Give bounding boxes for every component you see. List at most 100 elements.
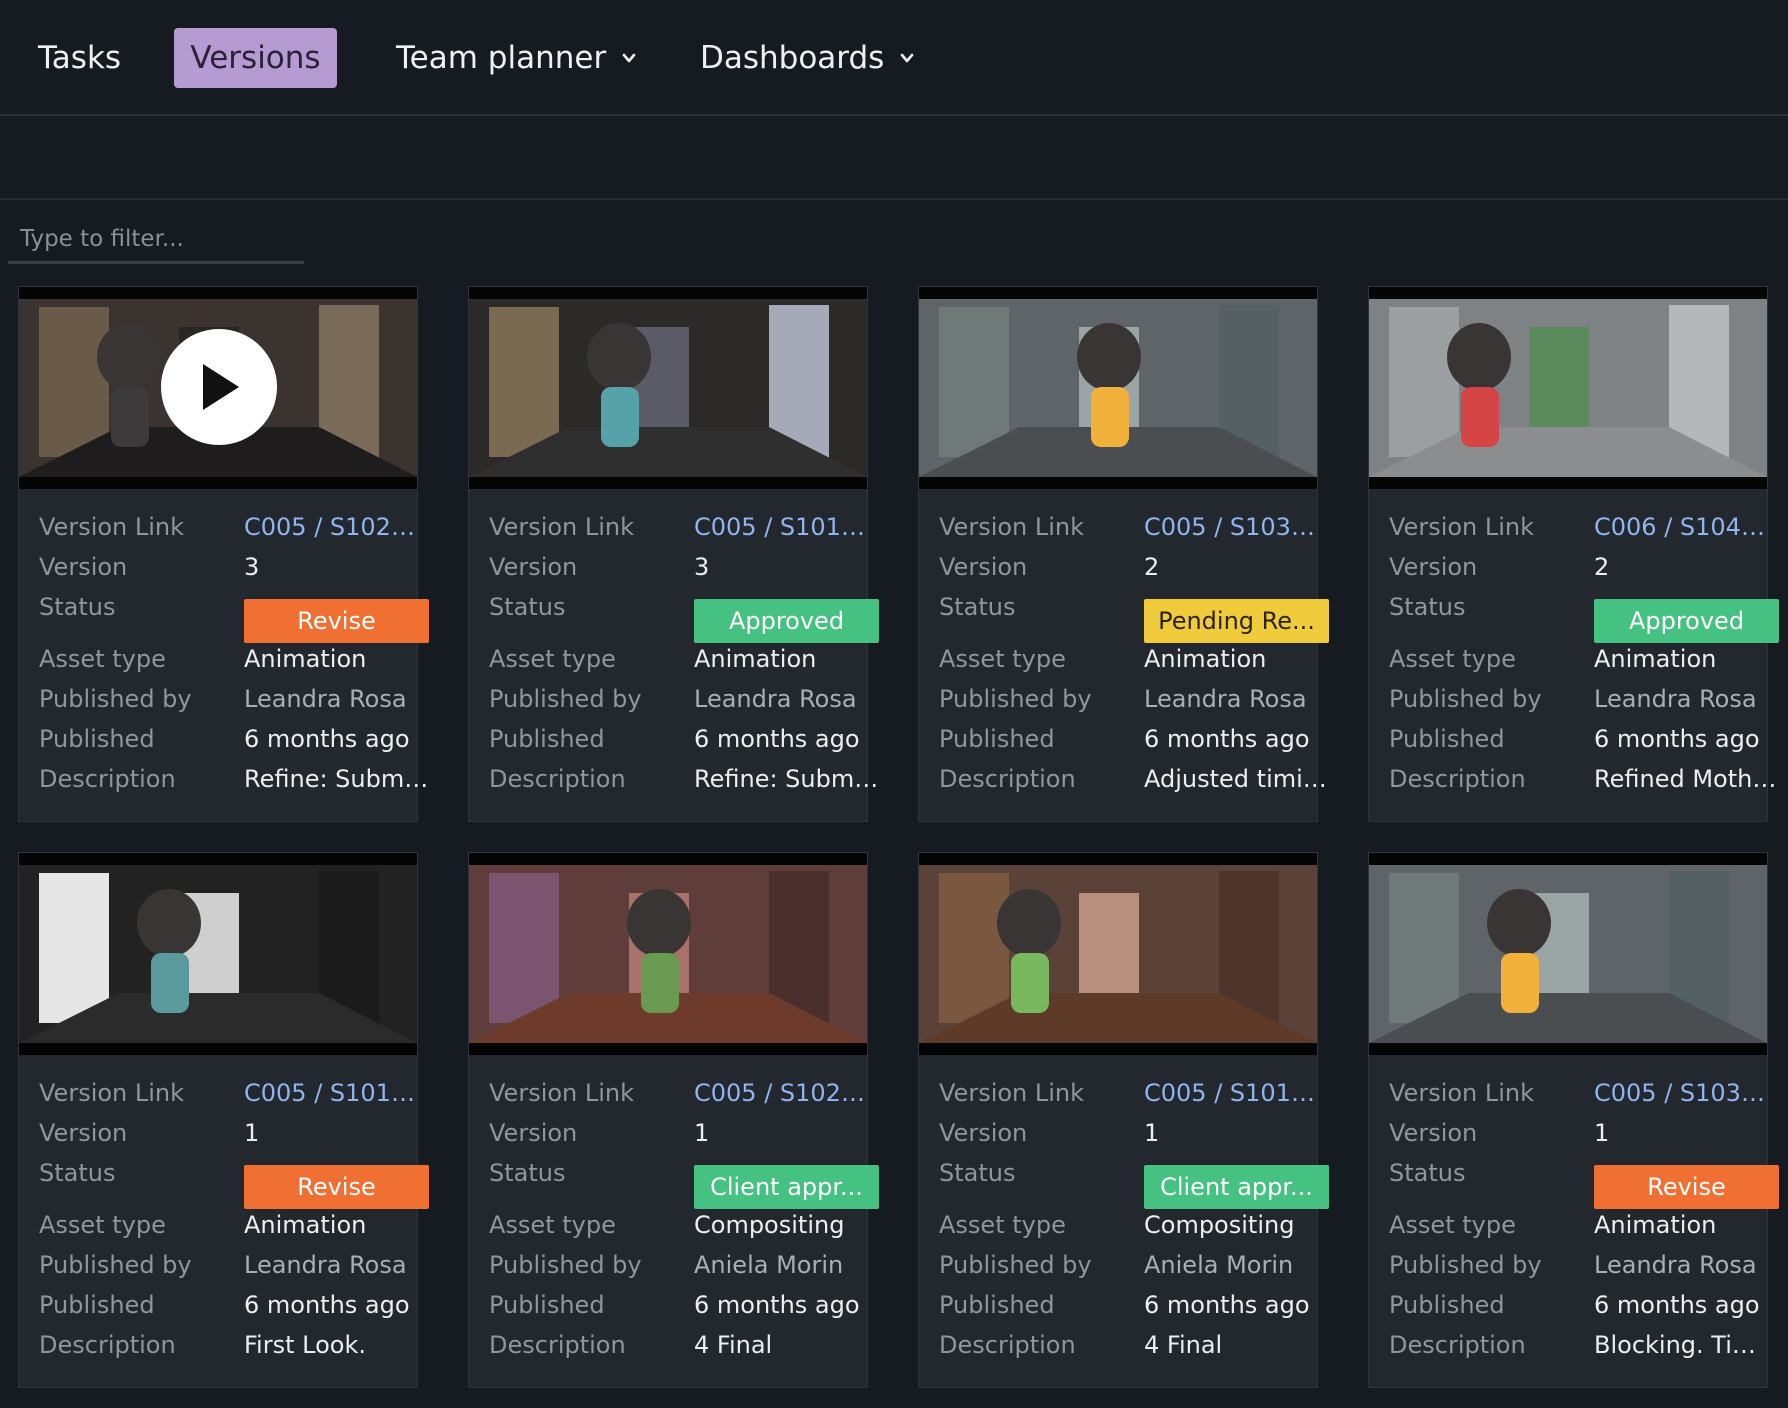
version-link[interactable]: C005 / S1030 /...: [1144, 513, 1329, 541]
status-badge-label: Pending Re...: [1158, 607, 1315, 635]
version-thumbnail[interactable]: [919, 853, 1317, 1055]
meta-value: Aniela Morin: [694, 1251, 844, 1279]
meta-label: Status: [39, 593, 116, 621]
meta-label: Published: [939, 725, 1055, 753]
status-badge[interactable]: Revise: [244, 599, 429, 643]
thumbnail-image: [1369, 287, 1767, 489]
meta-label: Published: [489, 1291, 605, 1319]
status-badge-label: Approved: [1628, 607, 1745, 635]
meta-label: Published: [39, 1291, 155, 1319]
meta-value: 3: [244, 553, 260, 581]
meta-label: Version: [39, 553, 128, 581]
tab-versions[interactable]: Versions: [174, 28, 337, 88]
meta-value: 6 months ago: [1144, 1291, 1310, 1319]
version-thumbnail[interactable]: [19, 853, 417, 1055]
meta-label: Status: [1389, 1159, 1466, 1187]
tab-versions-label: Versions: [190, 40, 321, 76]
meta-value: Leandra Rosa: [244, 1251, 407, 1279]
meta-value: Animation: [1594, 1211, 1717, 1239]
meta-label: Description: [39, 765, 176, 793]
meta-value: Refine: Submit...: [694, 765, 879, 793]
meta-label: Version Link: [939, 513, 1085, 541]
meta-value: 6 months ago: [1144, 725, 1310, 753]
meta-label: Status: [1389, 593, 1466, 621]
meta-value: Animation: [694, 645, 817, 673]
thumbnail-image: [469, 853, 867, 1055]
version-link[interactable]: C005 / S1010 /...: [1144, 1079, 1329, 1107]
version-link[interactable]: C005 / S1010 /...: [694, 513, 879, 541]
meta-label: Published by: [39, 685, 192, 713]
status-badge[interactable]: Pending Re...: [1144, 599, 1329, 643]
tab-dashboards-label: Dashboards: [700, 40, 885, 76]
status-badge[interactable]: Client appr...: [694, 1165, 879, 1209]
filter-input[interactable]: [8, 216, 304, 264]
meta-label: Version Link: [1389, 513, 1535, 541]
meta-value: Animation: [244, 1211, 367, 1239]
version-link[interactable]: C005 / S1010 /...: [244, 1079, 429, 1107]
tab-team-planner[interactable]: Team planner: [380, 28, 652, 88]
status-badge[interactable]: Revise: [244, 1165, 429, 1209]
tab-dashboards[interactable]: Dashboards: [684, 28, 930, 88]
meta-label: Description: [939, 765, 1076, 793]
meta-label: Asset type: [1389, 1211, 1516, 1239]
version-thumbnail[interactable]: [919, 287, 1317, 489]
meta-value: Animation: [1144, 645, 1267, 673]
meta-label: Status: [489, 593, 566, 621]
meta-label: Version: [939, 553, 1028, 581]
meta-label: Description: [39, 1331, 176, 1359]
meta-label: Published by: [1389, 1251, 1542, 1279]
thumbnail-image: [19, 853, 417, 1055]
meta-label: Version Link: [489, 1079, 635, 1107]
meta-value: Animation: [1594, 645, 1717, 673]
version-card[interactable]: Version Link C005 / S1010 /... Version 3 Sta…: [468, 286, 879, 822]
meta-value: 2: [1594, 553, 1610, 581]
tab-tasks[interactable]: Tasks: [22, 28, 137, 88]
version-card[interactable]: Version Link C005 / S1020 /... Version 3 Sta…: [18, 286, 429, 822]
version-link[interactable]: C005 / S1020 /...: [244, 513, 429, 541]
status-badge[interactable]: Approved: [694, 599, 879, 643]
status-badge-label: Approved: [728, 607, 845, 635]
play-icon[interactable]: [161, 329, 277, 445]
meta-value: 6 months ago: [1594, 725, 1760, 753]
meta-value: Adjusted timin...: [1144, 765, 1329, 793]
meta-value: 3: [694, 553, 710, 581]
version-link[interactable]: C005 / S1020 /...: [694, 1079, 879, 1107]
meta-label: Version: [39, 1119, 128, 1147]
version-card[interactable]: Version Link C005 / S1010 /... Version 1 Sta…: [18, 852, 429, 1388]
meta-value: 1: [694, 1119, 710, 1147]
status-badge-label: Client appr...: [1160, 1173, 1313, 1201]
meta-label: Published: [939, 1291, 1055, 1319]
meta-label: Version Link: [489, 513, 635, 541]
meta-value: Compositing: [1144, 1211, 1295, 1239]
meta-value: 6 months ago: [244, 1291, 410, 1319]
version-thumbnail[interactable]: [1369, 287, 1767, 489]
status-badge[interactable]: Approved: [1594, 599, 1779, 643]
meta-label: Status: [939, 593, 1016, 621]
version-link[interactable]: C005 / S1030 /...: [1594, 1079, 1779, 1107]
status-badge-label: Revise: [297, 607, 376, 635]
meta-value: Leandra Rosa: [1594, 685, 1757, 713]
meta-label: Published: [39, 725, 155, 753]
version-thumbnail[interactable]: [1369, 853, 1767, 1055]
meta-label: Description: [1389, 1331, 1526, 1359]
meta-label: Version Link: [39, 1079, 185, 1107]
version-card[interactable]: Version Link C005 / S1030 /... Version 1 Sta…: [1368, 852, 1779, 1388]
version-card[interactable]: Version Link C005 / S1020 /... Version 1 Sta…: [468, 852, 879, 1388]
thumbnail-image: [1369, 853, 1767, 1055]
thumbnail-image: [919, 287, 1317, 489]
version-link[interactable]: C006 / S1040 /...: [1594, 513, 1779, 541]
version-thumbnail[interactable]: [19, 287, 417, 489]
version-card[interactable]: Version Link C005 / S1010 /... Version 1 Sta…: [918, 852, 1329, 1388]
version-thumbnail[interactable]: [469, 853, 867, 1055]
version-card[interactable]: Version Link C006 / S1040 /... Version 2 Sta…: [1368, 286, 1779, 822]
version-card[interactable]: Version Link C005 / S1030 /... Version 2 Sta…: [918, 286, 1329, 822]
meta-label: Asset type: [489, 645, 616, 673]
version-thumbnail[interactable]: [469, 287, 867, 489]
status-badge[interactable]: Client appr...: [1144, 1165, 1329, 1209]
meta-label: Published: [1389, 1291, 1505, 1319]
meta-value: Animation: [244, 645, 367, 673]
meta-label: Version: [489, 553, 578, 581]
meta-label: Description: [1389, 765, 1526, 793]
meta-label: Description: [489, 1331, 626, 1359]
status-badge[interactable]: Revise: [1594, 1165, 1779, 1209]
